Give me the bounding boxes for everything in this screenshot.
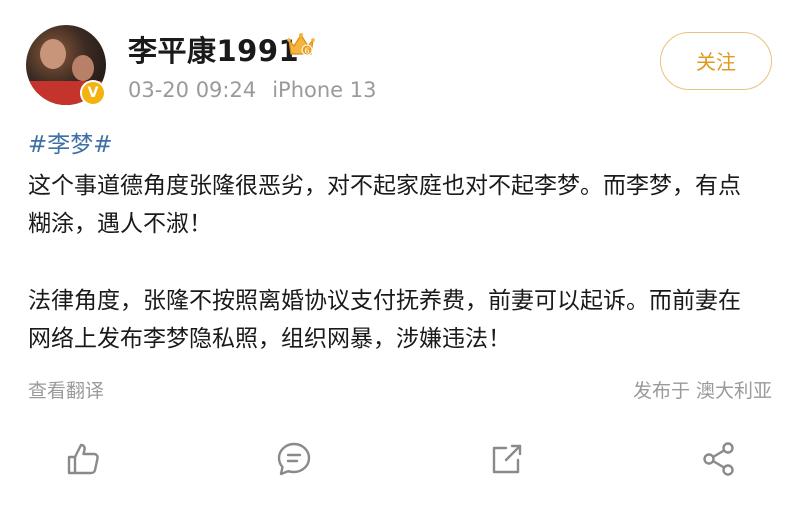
verified-v-icon: V <box>80 80 106 106</box>
hashtag-link[interactable]: #李梦# <box>28 125 113 159</box>
forward-button[interactable] <box>700 440 738 478</box>
post-paragraph: 这个事道德角度张隆很恶劣，对不起家庭也对不起李梦。而李梦，有点 糊涂，遇人不淑！ <box>28 167 778 243</box>
paragraph-line: 网络上发布李梦隐私照，组织网暴，涉嫌违法！ <box>28 326 511 352</box>
like-button[interactable] <box>64 440 102 478</box>
post-paragraph: 法律角度，张隆不按照离婚协议支付抚养费，前妻可以起诉。而前妻在 网络上发布李梦隐… <box>28 282 778 358</box>
share-button[interactable] <box>488 440 526 478</box>
timestamp: 03-20 09:24 <box>128 78 257 102</box>
paragraph-line: 这个事道德角度张隆很恶劣，对不起家庭也对不起李梦。而李梦，有点 <box>28 173 741 199</box>
post-meta: 03-20 09:24 iPhone 13 <box>128 78 377 102</box>
weibo-post: V 李平康1991 6 03-20 09:24 iPhone 13 关注 #李梦#… <box>0 0 800 505</box>
paragraph-line: 法律角度，张隆不按照离婚协议支付抚养费，前妻可以起诉。而前妻在 <box>28 288 741 314</box>
avatar-face <box>72 55 94 81</box>
device-label: iPhone 13 <box>272 78 377 102</box>
translate-link[interactable]: 查看翻译 <box>28 376 104 403</box>
location-label: 发布于 澳大利亚 <box>632 380 772 402</box>
avatar-face <box>40 39 66 69</box>
share-icon <box>492 444 522 474</box>
forward-icon <box>703 442 734 476</box>
comment-icon <box>277 442 311 476</box>
follow-button[interactable]: 关注 <box>660 32 772 90</box>
comment-button[interactable] <box>275 440 313 478</box>
member-level: 6 <box>304 47 309 56</box>
paragraph-line: 糊涂，遇人不淑！ <box>28 211 212 237</box>
crown-icon: 6 <box>287 33 315 56</box>
like-icon <box>67 443 99 475</box>
username[interactable]: 李平康1991 <box>128 28 299 70</box>
